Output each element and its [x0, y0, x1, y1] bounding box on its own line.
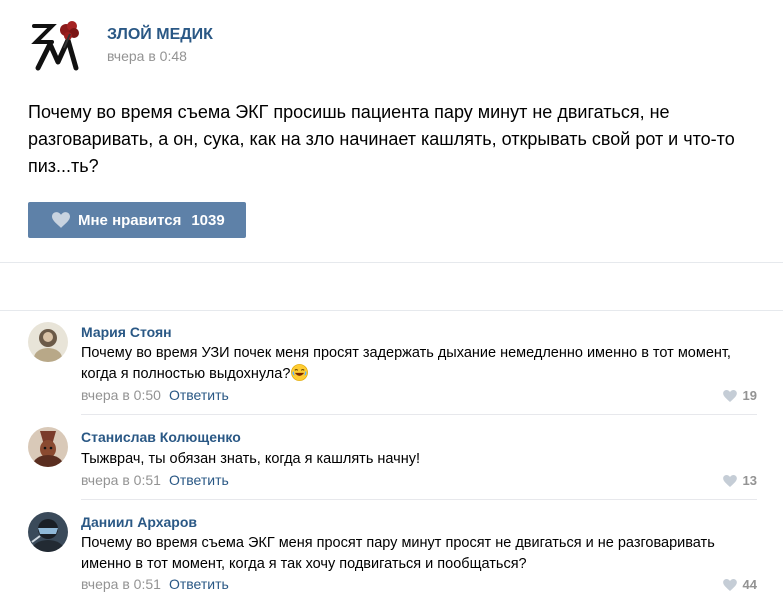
comment-like-button[interactable]: 13	[722, 473, 757, 488]
group-logo-image	[31, 21, 79, 71]
comment-time[interactable]: вчера в 0:50	[81, 387, 161, 403]
comment-author[interactable]: Мария Стоян	[81, 324, 172, 340]
like-count: 1039	[191, 211, 225, 229]
comment-like-button[interactable]: 44	[722, 577, 757, 592]
comment-divider	[81, 414, 757, 415]
comment-like-count: 13	[742, 473, 757, 488]
comment-meta: вчера в 0:51 Ответить	[81, 576, 229, 592]
laughing-emoji-icon	[291, 364, 309, 381]
heart-icon	[722, 389, 737, 402]
post: ЗЛОЙ МЕДИК вчера в 0:48 Почему во время …	[0, 0, 783, 262]
comment-author[interactable]: Станислав Колющенко	[81, 429, 241, 445]
reply-button[interactable]: Ответить	[169, 576, 229, 592]
comment-author[interactable]: Даниил Архаров	[81, 514, 197, 530]
like-button[interactable]: Мне нравится 1039	[28, 202, 246, 238]
reply-button[interactable]: Ответить	[169, 472, 229, 488]
comment-divider	[81, 499, 757, 500]
comment-text: Тыжврач, ты обязан знать, когда я кашлят…	[81, 451, 420, 467]
comment-meta: вчера в 0:50 Ответить	[81, 387, 229, 403]
comment-like-button[interactable]: 19	[722, 388, 757, 403]
post-text: Почему во время съема ЭКГ просишь пациен…	[28, 102, 735, 176]
avatar[interactable]	[28, 322, 68, 362]
like-label: Мне нравится	[78, 211, 182, 229]
comment-like-count: 44	[742, 577, 757, 592]
comment-like-count: 19	[742, 388, 757, 403]
comment-time[interactable]: вчера в 0:51	[81, 472, 161, 488]
reply-button[interactable]: Ответить	[169, 387, 229, 403]
comment-text-body: Почему во время УЗИ почек меня просят за…	[81, 345, 731, 382]
comment-meta: вчера в 0:51 Ответить	[81, 472, 229, 488]
post-time[interactable]: вчера в 0:48	[107, 48, 187, 64]
avatar[interactable]	[28, 427, 68, 467]
comment-text: Почему во время УЗИ почек меня просят за…	[81, 343, 751, 385]
group-logo[interactable]	[28, 14, 88, 74]
comment-time[interactable]: вчера в 0:51	[81, 576, 161, 592]
heart-icon	[52, 212, 70, 228]
comment-text: Почему во время съема ЭКГ меня просят па…	[81, 535, 715, 572]
section-separator	[0, 262, 783, 311]
post-author[interactable]: ЗЛОЙ МЕДИК	[107, 26, 213, 44]
avatar[interactable]	[28, 512, 68, 552]
heart-icon	[722, 578, 737, 591]
heart-icon	[722, 474, 737, 487]
